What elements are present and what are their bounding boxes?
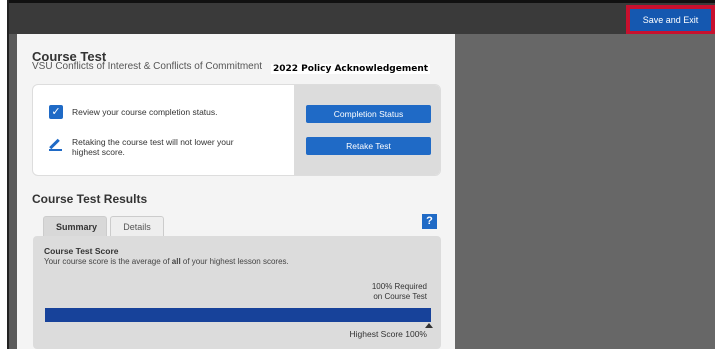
save-exit-highlight: Save and Exit bbox=[626, 5, 715, 35]
status-card: ✓ Review your course completion status. … bbox=[32, 84, 441, 176]
tab-summary[interactable]: Summary bbox=[43, 216, 107, 236]
button-area: Completion Status Retake Test bbox=[294, 85, 440, 175]
course-subtitle: VSU Conflicts of Interest & Conflicts of… bbox=[32, 61, 263, 72]
left-border bbox=[0, 0, 9, 349]
top-bar bbox=[9, 0, 715, 34]
retake-row: Retaking the course test will not lower … bbox=[49, 137, 252, 157]
results-title: Course Test Results bbox=[32, 192, 148, 206]
help-icon[interactable]: ? bbox=[422, 214, 437, 229]
pencil-icon bbox=[49, 137, 63, 151]
score-marker-icon bbox=[425, 323, 433, 328]
results-tabs: Summary Details bbox=[43, 216, 167, 236]
completion-status-button[interactable]: Completion Status bbox=[306, 105, 431, 123]
background-area bbox=[455, 34, 715, 349]
score-box: Course Test Score Your course score is t… bbox=[33, 236, 441, 349]
course-panel: Course Test VSU Conflicts of Interest & … bbox=[17, 34, 455, 349]
required-label: 100% Required on Course Test bbox=[371, 282, 427, 301]
retake-text: Retaking the course test will not lower … bbox=[72, 137, 234, 157]
completion-text: Review your course completion status. bbox=[72, 107, 218, 117]
checkmark-icon: ✓ bbox=[49, 105, 63, 119]
highest-score-label: Highest Score 100% bbox=[349, 329, 428, 339]
score-title: Course Test Score bbox=[44, 246, 119, 256]
completion-row: ✓ Review your course completion status. bbox=[49, 105, 218, 119]
retake-test-button[interactable]: Retake Test bbox=[306, 137, 431, 155]
save-and-exit-button[interactable]: Save and Exit bbox=[630, 9, 711, 31]
score-description: Your course score is the average of all … bbox=[44, 257, 289, 266]
score-progress-bar bbox=[45, 308, 431, 322]
score-progress-fill bbox=[45, 308, 431, 322]
tab-details[interactable]: Details bbox=[110, 216, 164, 236]
course-subtitle-bold: 2022 Policy Acknowledgement bbox=[271, 64, 431, 74]
